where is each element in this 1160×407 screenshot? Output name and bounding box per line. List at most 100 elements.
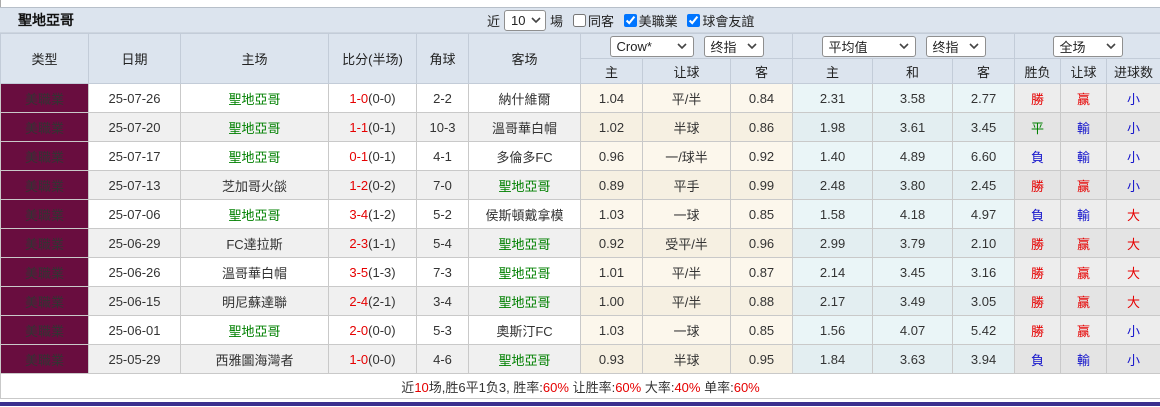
- away-team-link[interactable]: 聖地亞哥: [498, 353, 550, 368]
- away-team-link[interactable]: 聖地亞哥: [498, 237, 550, 252]
- euro-odds-kind-select[interactable]: 终指: [926, 36, 986, 57]
- away-team-link[interactable]: 奧斯汀FC: [496, 324, 552, 339]
- cell-asian-away-odds: 0.85: [731, 200, 793, 229]
- cell-home-team: 芝加哥火燄: [181, 171, 329, 200]
- cell-euro-home-odds: 2.99: [793, 229, 873, 258]
- fulltime-score: 1-2: [349, 178, 368, 193]
- home-team-link[interactable]: 聖地亞哥: [228, 208, 280, 223]
- cell-euro-home-odds: 1.56: [793, 316, 873, 345]
- recent-count-select[interactable]: 10: [504, 10, 546, 31]
- cell-euro-draw-odds: 3.49: [873, 287, 953, 316]
- cell-away-team: 奧斯汀FC: [469, 316, 581, 345]
- checkbox-input[interactable]: [573, 14, 586, 27]
- header-euro-away: 客: [953, 59, 1015, 84]
- cell-asian-home-odds: 1.02: [581, 113, 643, 142]
- cell-handicap-result: 輸: [1061, 113, 1107, 142]
- cell-euro-away-odds: 6.60: [953, 142, 1015, 171]
- cell-handicap-result: 赢: [1061, 258, 1107, 287]
- fulltime-score: 1-0: [349, 91, 368, 106]
- checkbox-input[interactable]: [624, 14, 637, 27]
- cell-asian-home-odds: 1.03: [581, 200, 643, 229]
- home-team-link[interactable]: 芝加哥火燄: [222, 179, 287, 194]
- cell-score: 2-3(1-1): [329, 229, 417, 258]
- filter-checkbox[interactable]: 球會友誼: [687, 11, 754, 30]
- cell-asian-home-odds: 1.04: [581, 84, 643, 113]
- away-team-link[interactable]: 溫哥華白帽: [492, 121, 557, 136]
- halftime-score: (1-3): [368, 265, 395, 280]
- home-team-link[interactable]: 溫哥華白帽: [222, 266, 287, 281]
- header-type: 类型: [1, 34, 89, 84]
- cell-corners: 2-2: [417, 84, 469, 113]
- fulltime-score: 3-4: [349, 207, 368, 222]
- filter-checkbox[interactable]: 美職業: [624, 11, 678, 30]
- cell-corners: 7-0: [417, 171, 469, 200]
- cell-euro-home-odds: 1.40: [793, 142, 873, 171]
- header-euro-home: 主: [793, 59, 873, 84]
- home-team-link[interactable]: 聖地亞哥: [228, 150, 280, 165]
- summary-part: 60%: [543, 380, 569, 395]
- cell-home-team: FC達拉斯: [181, 229, 329, 258]
- euro-company-select[interactable]: 平均值: [822, 36, 916, 57]
- away-team-link[interactable]: 聖地亞哥: [498, 295, 550, 310]
- asian-odds-kind-select[interactable]: 终指: [704, 36, 764, 57]
- checkbox-label: 同客: [588, 11, 614, 30]
- away-team-link[interactable]: 侯斯頓戴拿模: [485, 208, 563, 223]
- home-team-link[interactable]: 西雅圖海灣者: [215, 353, 293, 368]
- home-team-link[interactable]: 聖地亞哥: [228, 92, 280, 107]
- cell-euro-away-odds: 2.45: [953, 171, 1015, 200]
- halftime-score: (2-1): [368, 294, 395, 309]
- cell-winloss-result: 勝: [1015, 84, 1061, 113]
- cell-score: 1-0(0-0): [329, 345, 417, 374]
- page-title: 聖地亞哥: [18, 10, 74, 30]
- chevron-down-icon: [969, 43, 979, 49]
- home-team-link[interactable]: FC達拉斯: [226, 237, 282, 252]
- header-asian-handicap: 让球: [643, 59, 731, 84]
- cell-overunder-result: 小: [1107, 171, 1160, 200]
- cell-score: 1-1(0-1): [329, 113, 417, 142]
- cell-away-team: 納什維爾: [469, 84, 581, 113]
- filter-checkbox[interactable]: 同客: [573, 11, 614, 30]
- cell-overunder-result: 大: [1107, 200, 1160, 229]
- cell-winloss-result: 勝: [1015, 287, 1061, 316]
- cell-handicap-result: 赢: [1061, 84, 1107, 113]
- summary-part: 让胜率:: [569, 380, 615, 395]
- halftime-score: (0-1): [368, 149, 395, 164]
- cell-asian-away-odds: 0.96: [731, 229, 793, 258]
- fulltime-score: 2-0: [349, 323, 368, 338]
- cell-overunder-result: 大: [1107, 229, 1160, 258]
- team-header-bar: 聖地亞哥 近 10 場 同客 美職業: [0, 7, 1160, 33]
- away-team-link[interactable]: 多倫多FC: [496, 150, 552, 165]
- away-team-link[interactable]: 納什維爾: [498, 92, 550, 107]
- halftime-score: (0-0): [368, 352, 395, 367]
- chevron-down-icon: [1106, 43, 1116, 49]
- cell-league-type: 美職業: [1, 113, 89, 142]
- cell-date: 25-06-29: [89, 229, 181, 258]
- header-date: 日期: [89, 34, 181, 84]
- match-scope-select[interactable]: 全场: [1053, 36, 1123, 57]
- fulltime-score: 0-1: [349, 149, 368, 164]
- bottom-divider-bar: [0, 402, 1160, 406]
- cell-league-type: 美職業: [1, 258, 89, 287]
- fulltime-score: 2-3: [349, 236, 368, 251]
- cell-winloss-result: 勝: [1015, 229, 1061, 258]
- cell-league-type: 美職業: [1, 142, 89, 171]
- cell-handicap-result: 赢: [1061, 316, 1107, 345]
- table-row: 美職業 25-06-26 溫哥華白帽 3-5(1-3) 7-3 聖地亞哥 1.0…: [1, 258, 1160, 287]
- cell-away-team: 聖地亞哥: [469, 287, 581, 316]
- result-group-header: 全场: [1015, 34, 1160, 59]
- table-row: 美職業 25-06-15 明尼蘇達聯 2-4(2-1) 3-4 聖地亞哥 1.0…: [1, 287, 1160, 316]
- cell-asian-handicap: 一/球半: [643, 142, 731, 171]
- cell-winloss-result: 負: [1015, 142, 1061, 171]
- summary-part: 大率:: [641, 380, 674, 395]
- cell-overunder-result: 小: [1107, 84, 1160, 113]
- header-euro-draw: 和: [873, 59, 953, 84]
- checkbox-input[interactable]: [687, 14, 700, 27]
- home-team-link[interactable]: 聖地亞哥: [228, 324, 280, 339]
- home-team-link[interactable]: 聖地亞哥: [228, 121, 280, 136]
- home-team-link[interactable]: 明尼蘇達聯: [222, 295, 287, 310]
- away-team-link[interactable]: 聖地亞哥: [498, 266, 550, 281]
- away-team-link[interactable]: 聖地亞哥: [498, 179, 550, 194]
- cell-euro-draw-odds: 3.61: [873, 113, 953, 142]
- fulltime-score: 3-5: [349, 265, 368, 280]
- asian-company-select[interactable]: Crow*: [610, 36, 694, 57]
